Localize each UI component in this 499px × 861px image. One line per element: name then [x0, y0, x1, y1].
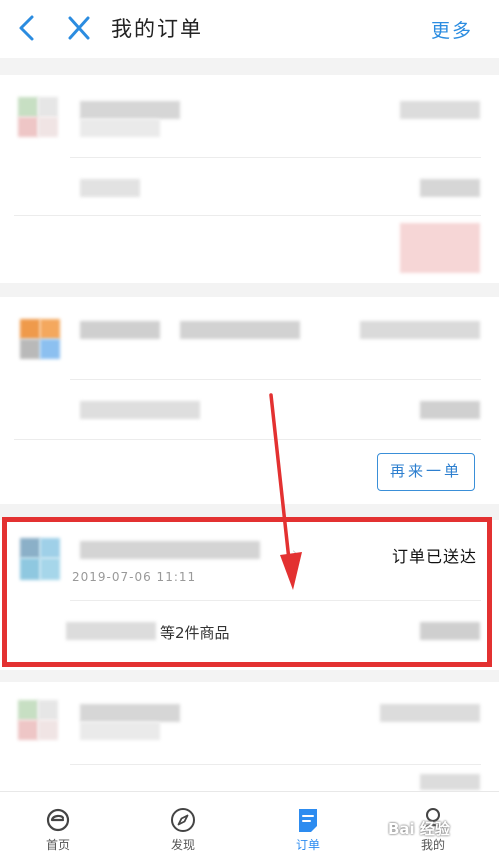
- divider: [14, 439, 481, 440]
- tab-orders[interactable]: 订单: [258, 792, 358, 861]
- order-card[interactable]: [0, 682, 499, 792]
- home-e-icon: [46, 808, 70, 832]
- divider: [70, 157, 481, 158]
- divider: [14, 215, 481, 216]
- tab-label: 订单: [295, 838, 320, 852]
- shop-logo: [18, 97, 58, 137]
- tab-discover[interactable]: 发现: [133, 792, 233, 861]
- divider: [70, 379, 481, 380]
- chevron-left-icon[interactable]: [14, 12, 40, 44]
- more-button[interactable]: 更多: [431, 16, 473, 43]
- shop-logo: [18, 700, 58, 740]
- tab-label: 发现: [170, 838, 195, 852]
- order-document-icon: [299, 809, 317, 832]
- shop-logo: [20, 319, 60, 359]
- reorder-button[interactable]: 再来一单: [377, 453, 475, 491]
- top-bar: 我的订单 更多: [0, 0, 499, 58]
- watermark: Bai 经验: [388, 820, 450, 838]
- compass-icon: [171, 808, 195, 832]
- order-card[interactable]: [0, 75, 499, 283]
- page-title: 我的订单: [111, 17, 203, 41]
- divider: [70, 764, 481, 765]
- highlight-box: [2, 517, 492, 667]
- tab-home[interactable]: 首页: [8, 792, 108, 861]
- tab-label: 首页: [45, 838, 70, 852]
- close-icon[interactable]: [64, 12, 94, 44]
